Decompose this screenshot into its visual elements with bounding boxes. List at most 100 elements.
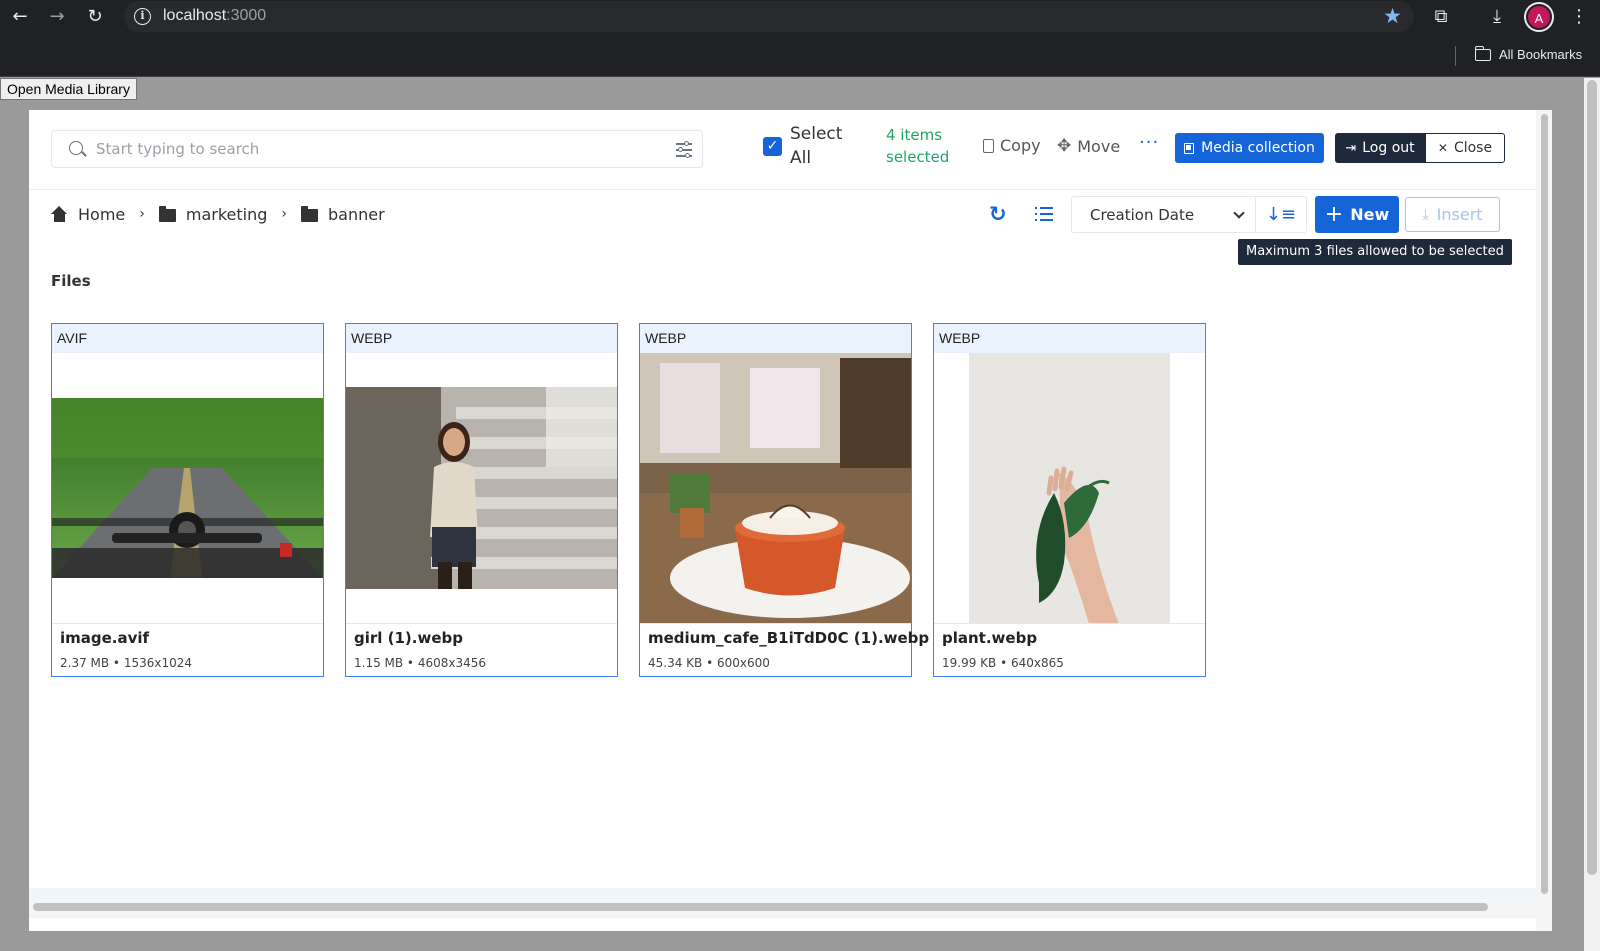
back-arrow-icon[interactable]: ← (7, 4, 33, 30)
bookmarks-divider (1455, 46, 1456, 66)
sort-by-select[interactable]: Creation Date (1071, 196, 1256, 233)
folder-icon (1474, 45, 1491, 61)
max-selection-tooltip: Maximum 3 files allowed to be selected (1238, 239, 1512, 265)
file-thumbnail[interactable] (52, 353, 323, 624)
file-card[interactable]: WEBP plant.webp 19.99 KB • 640x865 (933, 323, 1206, 677)
close-button[interactable]: ✕ Close (1425, 133, 1505, 163)
media-library-modal: ✓ Select All 4 items selected Copy ✥ Mov… (29, 110, 1552, 931)
file-name: plant.webp (942, 629, 1038, 647)
more-actions-icon[interactable]: ··· (1139, 132, 1159, 153)
file-thumbnail[interactable] (640, 353, 911, 624)
chevron-down-icon (1233, 207, 1245, 219)
list-view-icon[interactable] (1035, 207, 1053, 222)
toolbar-divider (29, 189, 1536, 190)
file-type-badge: WEBP (346, 324, 617, 353)
address-bar[interactable]: i localhost:3000 ★ (124, 1, 1414, 32)
media-collection-button[interactable]: Media collection (1175, 133, 1324, 163)
file-type-badge: WEBP (640, 324, 911, 353)
breadcrumb-marketing[interactable]: marketing (158, 204, 268, 224)
logout-label: Log out (1362, 140, 1415, 156)
home-icon (51, 206, 68, 222)
copy-button[interactable]: Copy (983, 136, 1041, 155)
extensions-icon[interactable]: ⧉ (1428, 4, 1454, 30)
move-button[interactable]: ✥ Move (1057, 136, 1120, 156)
url-text[interactable]: localhost:3000 (163, 7, 266, 25)
media-collection-label: Media collection (1201, 140, 1315, 156)
download-icon[interactable]: ⤓ (1484, 4, 1510, 30)
file-type-badge: WEBP (934, 324, 1205, 353)
file-thumbnail[interactable] (934, 353, 1205, 624)
copy-icon (983, 138, 994, 153)
file-meta: 2.37 MB • 1536x1024 (60, 656, 193, 670)
new-button[interactable]: + New (1315, 196, 1399, 233)
file-card[interactable]: WEBP girl (1).webp 1.15 MB • 4608x3456 (345, 323, 618, 677)
motorcycle-road-image (52, 398, 323, 578)
logout-icon: ⇥ (1345, 140, 1357, 156)
open-media-library-button[interactable]: Open Media Library (0, 78, 137, 100)
file-name: image.avif (60, 629, 150, 647)
bookmark-star-icon[interactable]: ★ (1383, 4, 1402, 28)
copy-label: Copy (1000, 136, 1041, 155)
session-buttons: ⇥ Log out ✕ Close (1335, 133, 1505, 163)
chevron-right-icon: › (281, 206, 287, 222)
breadcrumb: Home › marketing › banner (51, 201, 385, 227)
browser-toolbar: ← → ↻ i localhost:3000 ★ ⧉ ⤓ A ⋮ (0, 0, 1600, 34)
modal-scrollbar-thumb[interactable] (1541, 114, 1548, 894)
breadcrumb-label: marketing (185, 204, 268, 224)
breadcrumb-banner[interactable]: banner (301, 205, 385, 224)
breadcrumb-label: banner (328, 204, 385, 224)
move-label: Move (1077, 136, 1121, 156)
horizontal-scrollbar-thumb[interactable] (33, 903, 1488, 911)
filter-settings-icon[interactable] (676, 140, 692, 158)
search-box (51, 130, 703, 168)
search-icon (69, 141, 83, 155)
all-bookmarks-folder[interactable]: All Bookmarks (1474, 45, 1583, 62)
insert-icon: ⤓ (1422, 206, 1429, 223)
file-thumbnail[interactable] (346, 353, 617, 624)
file-meta: 45.34 KB • 600x600 (648, 656, 770, 670)
insert-label: Insert (1436, 205, 1483, 224)
breadcrumb-home[interactable]: Home (51, 205, 125, 224)
select-all-checkbox[interactable]: ✓ (763, 136, 782, 156)
plus-icon: + (1324, 202, 1344, 227)
file-name: medium_cafe_B1iTdD0C (1).webp (648, 629, 930, 647)
insert-button[interactable]: ⤓ Insert (1405, 197, 1500, 232)
girl-on-stairs-image (346, 387, 617, 589)
select-all-control[interactable]: ✓ Select All (763, 122, 846, 170)
files-section-title: Files (51, 272, 91, 290)
forward-arrow-icon[interactable]: → (44, 4, 70, 30)
folder-icon (301, 205, 318, 222)
selected-count: 4 items selected (886, 126, 950, 166)
new-label: New (1350, 205, 1390, 224)
select-all-label: Select All (790, 124, 843, 168)
breadcrumb-label: Home (78, 204, 126, 224)
sort-direction-button[interactable]: ↓≡ (1255, 196, 1307, 233)
file-name: girl (1).webp (354, 629, 463, 647)
modal-scrollbar[interactable] (1536, 110, 1552, 931)
page-scrollbar-thumb[interactable] (1587, 80, 1597, 875)
file-card[interactable]: WEBP medium_cafe_B1iTdD0C (1).webp 45.34… (639, 323, 929, 677)
cafe-dessert-image (640, 353, 911, 623)
file-meta: 19.99 KB • 640x865 (942, 656, 1064, 670)
reload-icon[interactable]: ↻ (82, 4, 108, 30)
logout-button[interactable]: ⇥ Log out (1335, 133, 1425, 163)
all-bookmarks-label: All Bookmarks (1499, 47, 1583, 62)
search-input[interactable] (96, 131, 656, 167)
refresh-icon[interactable]: ↻ (989, 202, 1007, 226)
file-type-badge: AVIF (52, 324, 323, 353)
folder-icon (158, 205, 176, 222)
kebab-menu-icon[interactable]: ⋮ (1566, 4, 1592, 30)
file-meta: 1.15 MB • 4608x3456 (354, 656, 487, 670)
profile-avatar[interactable]: A (1526, 4, 1552, 30)
bookmarks-bar: All Bookmarks (0, 34, 1600, 77)
chevron-right-icon: › (139, 206, 145, 222)
close-label: Close (1453, 140, 1493, 156)
move-icon: ✥ (1057, 136, 1072, 156)
sort-ascending-icon: ↓≡ (1265, 204, 1297, 225)
file-card[interactable]: AVIF image.avif 2.37 MB • 1536x1024 (51, 323, 324, 677)
media-collection-icon (1184, 142, 1195, 154)
close-icon: ✕ (1437, 141, 1448, 155)
sort-by-value: Creation Date (1090, 205, 1195, 224)
hand-holding-plant-image (969, 353, 1170, 623)
site-info-icon[interactable]: i (134, 8, 151, 25)
